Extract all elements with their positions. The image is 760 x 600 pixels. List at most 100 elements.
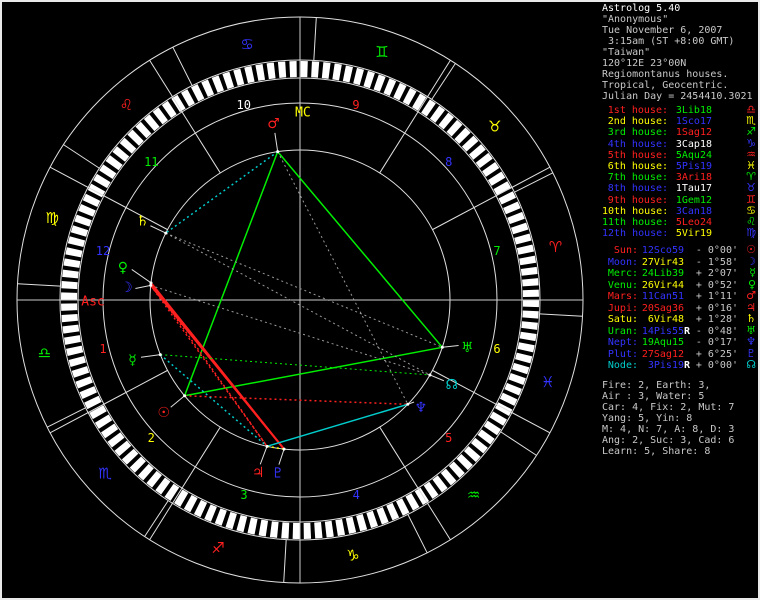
retrograde-flag: R <box>684 325 691 337</box>
planet-velocity: - 0°48' <box>695 325 738 337</box>
planet-position: 26Vir44 <box>641 279 684 291</box>
house-row: 5th house: 5Aqu24 ♒ <box>602 149 756 161</box>
house-number: 1 <box>99 342 106 356</box>
aquarius-icon: ♒ <box>467 486 480 504</box>
neptune-icon: ♆ <box>414 400 427 416</box>
mc-label: MC <box>295 106 311 121</box>
aspect-mars-uranus <box>277 151 443 348</box>
text-line: "Anonymous" <box>602 14 669 25</box>
house-row: 10th house: 3Can18 ♋ <box>602 205 756 217</box>
mars-icon: ♂ <box>267 116 280 132</box>
planet-position: 27Sag12 <box>641 348 684 360</box>
house-cusp-value: 5Aqu24 <box>675 149 712 161</box>
pluto-icon: ♇ <box>271 466 284 482</box>
neptune-icon: ♆ <box>746 335 756 349</box>
planet-row: Sun: 12Sco59 - 0°00' ☉ <box>602 244 756 257</box>
planet-velocity: + 6°25' <box>695 348 738 360</box>
house-label: 11th house: <box>602 217 669 229</box>
planet-row: Merc: 24Lib39 + 2°07' ☿ <box>602 267 756 280</box>
element-stats: Fire: 2, Earth: 3, Air : 3, Water: 5 Car… <box>602 380 756 457</box>
planet-position: 12Sco59 <box>641 245 684 257</box>
uranus-icon: ♅ <box>746 323 756 337</box>
house-label: 6th house: <box>607 161 668 173</box>
planet-row: Plut: 27Sag12 + 6°25' ♇ <box>602 346 756 361</box>
house-number: 2 <box>148 431 155 445</box>
planet-velocity: + 1°11' <box>695 291 738 303</box>
house-number: 3 <box>240 488 247 502</box>
planet-label: Jupi: <box>607 302 638 314</box>
planet-label: Merc: <box>607 268 638 280</box>
house-row: 3rd house: 1Sag12 ♐ <box>602 125 756 139</box>
planet-velocity: - 0°00' <box>695 245 738 257</box>
house-cusp-value: 1Sag12 <box>675 127 712 139</box>
house-number: 8 <box>445 155 452 169</box>
house-label: 1st house: <box>607 105 668 116</box>
text-line: 3:15am (ST +8:00 GMT) <box>602 36 735 47</box>
planet-velocity: - 1°58' <box>695 256 738 268</box>
uranus-icon: ♅ <box>461 340 474 356</box>
house-row: 8th house: 1Tau17 ♉ <box>602 181 756 195</box>
house-label: 12th house: <box>602 228 669 240</box>
planet-position: 6Vir48 <box>647 314 684 326</box>
scorpio-icon: ♏ <box>98 465 112 483</box>
house-cusp-value: 5Vir19 <box>675 228 712 240</box>
house-label: 9th house: <box>607 194 668 206</box>
taurus-icon: ♉ <box>488 117 501 135</box>
aries-icon: ♈ <box>549 238 562 256</box>
pluto-icon: ♇ <box>746 346 756 360</box>
house-number: 7 <box>493 244 500 258</box>
planet-position: 14Pis55 <box>641 325 684 337</box>
astrolog-window: { "app": {"title": "Astrolog 5.40"}, "he… <box>0 0 760 600</box>
planet-row: Mars: 11Can51 + 1°11' ♂ <box>602 290 756 303</box>
aspect-jupiter-neptune <box>266 403 409 448</box>
venus-icon: ♀ <box>118 260 128 276</box>
planet-row: Jupi: 20Sag36 + 0°16' ♃ <box>602 300 756 315</box>
leo-icon: ♌ <box>120 96 133 114</box>
aspect-moon-node <box>150 284 431 376</box>
planet-row: Satu: 6Vir48 + 1°28' ♄ <box>602 313 756 326</box>
planet-position: 19Aqu15 <box>641 337 684 349</box>
house-cusp-value: 3Ari18 <box>675 172 712 184</box>
libra-icon: ♎ <box>38 344 51 362</box>
text-line: 120°12E 23°00N <box>602 58 687 69</box>
planet-label: Node: <box>607 360 638 372</box>
chart-wheel: ♈♉♊♋♌♍♎♏♐ ♑♒♓123 456789101112☉☽☿♀♂♃♄♅♆♇☊MC… <box>16 16 584 584</box>
house-row: 11th house: 5Leo24 ♌ <box>602 216 756 229</box>
house-number: 4 <box>353 488 360 502</box>
planet-row: Uran: 14Pis55 R - 0°48' ♅ <box>602 323 756 338</box>
gemini-icon: ♊ <box>375 43 388 61</box>
planet-position: 11Can51 <box>641 291 684 303</box>
aspect-mars-saturn <box>165 151 279 234</box>
planet-velocity: + 0°00' <box>695 360 738 372</box>
capricorn-icon: ♑ <box>346 547 359 565</box>
house-number: 11 <box>144 155 158 169</box>
taurus-icon: ♉ <box>746 181 756 195</box>
house-number: 6 <box>493 342 500 356</box>
chart-header: "Anonymous" Tue November 6, 2007 3:15am … <box>602 14 756 102</box>
planet-label: Nept: <box>607 337 638 349</box>
house-cusp-value: 5Leo24 <box>675 217 712 229</box>
house-cusp-value: 3Can18 <box>675 205 712 217</box>
house-cusp-value: 3Cap18 <box>675 138 712 150</box>
house-label: 8th house: <box>607 183 668 195</box>
sagittarius-icon: ♐ <box>746 125 756 139</box>
house-number: 10 <box>236 98 250 112</box>
text-line: Fire: 2, Earth: 3, <box>602 379 711 391</box>
planet-label: Uran: <box>607 325 638 337</box>
jupiter-icon: ♃ <box>746 300 756 314</box>
text-line: Car: 4, Fix: 2, Mut: 7 <box>602 401 735 413</box>
house-label: 2nd house: <box>607 116 668 128</box>
saturn-icon: ♄ <box>136 214 149 230</box>
planet-label: Sun: <box>613 245 638 257</box>
planet-velocity: + 0°52' <box>695 279 738 291</box>
planet-velocity: + 0°16' <box>695 302 738 314</box>
house-cusp-value: 1Sco17 <box>675 116 712 128</box>
moon-icon: ☽ <box>746 254 756 268</box>
planet-label: Plut: <box>607 348 638 360</box>
virgo-icon: ♍ <box>45 209 58 227</box>
pisces-icon: ♓ <box>541 373 554 391</box>
planet-velocity: + 2°07' <box>695 268 738 280</box>
aspect-mercury-jupiter <box>159 354 268 447</box>
virgo-icon: ♍ <box>746 226 756 240</box>
planet-velocity: + 1°28' <box>695 314 738 326</box>
